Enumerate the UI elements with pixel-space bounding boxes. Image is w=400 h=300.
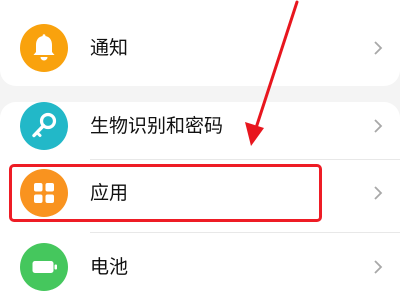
settings-item-label: 生物识别和密码 — [90, 115, 224, 137]
settings-item-label: 电池 — [90, 256, 129, 278]
highlight-box — [9, 164, 322, 222]
divider — [90, 232, 400, 233]
bell-icon — [20, 24, 68, 72]
chevron-right-icon — [370, 258, 386, 276]
chevron-right-icon — [370, 117, 386, 135]
chevron-right-icon — [370, 184, 386, 202]
divider — [90, 159, 400, 160]
settings-item-biometrics-password[interactable]: 生物识别和密码 — [0, 96, 400, 156]
settings-item-battery[interactable]: 电池 — [0, 237, 400, 297]
key-icon — [20, 102, 68, 150]
chevron-right-icon — [370, 39, 386, 57]
settings-item-label: 通知 — [90, 37, 129, 59]
settings-screen: 通知 生物识别和密码 应用 电池 — [0, 0, 400, 300]
battery-icon — [20, 243, 68, 291]
settings-item-notifications[interactable]: 通知 — [0, 18, 400, 78]
